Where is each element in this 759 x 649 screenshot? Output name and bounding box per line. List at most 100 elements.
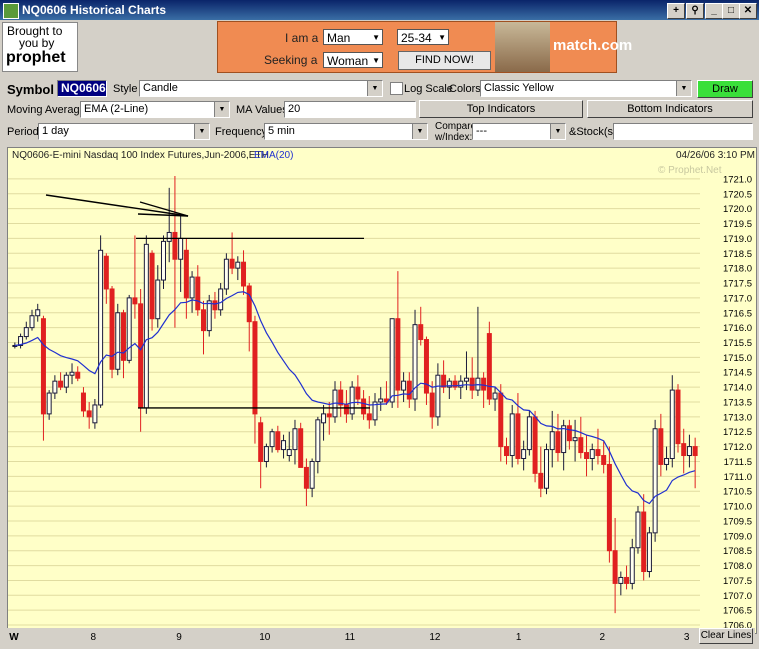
- candle-body: [572, 437, 578, 442]
- y-tick-label: 1707.5: [723, 576, 752, 587]
- candle-body: [155, 279, 161, 320]
- find-now-button[interactable]: FIND NOW!: [398, 51, 491, 70]
- candle-body: [578, 437, 584, 454]
- y-tick-label: 1711.0: [724, 472, 752, 483]
- pin-button[interactable]: +: [667, 3, 685, 19]
- y-tick-label: 1718.0: [723, 264, 752, 275]
- chevron-down-icon: ▼: [372, 56, 380, 65]
- candle-body: [298, 428, 304, 468]
- search-icon[interactable]: ⚲: [686, 3, 704, 19]
- candle-body: [538, 472, 544, 489]
- symbol-input[interactable]: NQ0606: [57, 80, 107, 97]
- candle-body: [195, 276, 201, 311]
- candle-body: [646, 532, 652, 573]
- ad-photo: [495, 22, 550, 72]
- gender-select[interactable]: Man ▼: [323, 29, 383, 45]
- candle-body: [435, 374, 441, 418]
- minimize-button[interactable]: _: [705, 3, 723, 19]
- candle-body: [521, 449, 527, 459]
- ma-values-input[interactable]: 20: [284, 101, 416, 118]
- candle-body: [178, 237, 184, 260]
- brand-logo[interactable]: match.com: [553, 37, 632, 54]
- y-tick-label: 1707.0: [723, 591, 752, 602]
- window-title: NQ0606 Historical Charts: [22, 3, 167, 17]
- candle-body: [23, 327, 29, 338]
- candle-body: [166, 231, 172, 242]
- candle-body: [664, 457, 670, 465]
- y-tick-label: 1715.5: [723, 338, 752, 349]
- style-select[interactable]: Candle ▼: [139, 80, 383, 97]
- candle-body: [458, 380, 464, 388]
- candle-body: [138, 303, 144, 409]
- maximize-button[interactable]: □: [722, 3, 740, 19]
- x-tick-label: 11: [345, 632, 356, 643]
- candle-body: [349, 386, 355, 415]
- y-tick-label: 1716.5: [723, 308, 752, 319]
- x-tick-label: W: [9, 632, 19, 643]
- y-tick-label: 1714.0: [723, 383, 752, 394]
- y-tick-label: 1721.0: [723, 174, 752, 185]
- candle-body: [212, 300, 218, 311]
- chart-datetime: 04/26/06 3:10 PM: [676, 150, 755, 161]
- colors-label: Colors: [449, 83, 481, 95]
- candle-body: [555, 431, 561, 454]
- y-tick-label: 1712.0: [723, 442, 752, 453]
- stocks-input[interactable]: [613, 123, 753, 140]
- clear-lines-button[interactable]: Clear Lines: [699, 628, 753, 644]
- candle-body: [326, 413, 332, 418]
- candle-body: [378, 398, 384, 403]
- style-value: Candle: [143, 82, 178, 94]
- candle-body: [258, 422, 264, 462]
- candle-body: [624, 576, 630, 584]
- candle-body: [389, 318, 395, 403]
- colors-select[interactable]: Classic Yellow ▼: [480, 80, 692, 97]
- candle-body: [315, 419, 321, 462]
- candle-body: [46, 392, 52, 415]
- y-tick-label: 1715.0: [723, 353, 752, 364]
- top-indicators-button[interactable]: Top Indicators: [419, 100, 583, 118]
- candle-body: [75, 371, 81, 379]
- candle-body: [286, 449, 292, 457]
- age-select[interactable]: 25-34 ▼: [397, 29, 449, 45]
- candle-body: [406, 380, 412, 400]
- candle-body: [109, 288, 115, 370]
- candle-body: [149, 252, 155, 320]
- y-tick-label: 1718.5: [723, 249, 752, 260]
- draw-chart-button[interactable]: Draw Chart: [697, 80, 753, 111]
- candle-body: [669, 389, 675, 459]
- price-chart[interactable]: 1721.0 1720.5 1720.0 1719.5 1719.0 1718.5 1718…: [7, 147, 757, 634]
- candle-body: [532, 416, 538, 474]
- log-scale-checkbox[interactable]: [390, 82, 403, 95]
- moving-average-select[interactable]: EMA (2-Line) ▼: [80, 101, 230, 118]
- period-select[interactable]: 1 day ▼: [38, 123, 210, 140]
- candle-body: [183, 249, 189, 299]
- seeking-select[interactable]: Woman ▼: [323, 52, 383, 68]
- x-tick-label: 9: [176, 632, 182, 643]
- candle-body: [418, 324, 424, 341]
- candle-body: [492, 392, 498, 400]
- chevron-down-icon: ▼: [372, 33, 380, 42]
- y-tick-label: 1720.0: [723, 204, 752, 215]
- candle-body: [246, 285, 252, 323]
- chevron-down-icon: ▼: [214, 102, 229, 117]
- candle-body: [641, 511, 647, 573]
- candle-body: [561, 425, 567, 454]
- candle-body: [80, 392, 86, 412]
- compare-index-select[interactable]: --- ▼: [472, 123, 566, 140]
- y-tick-label: 1708.5: [723, 546, 752, 557]
- bottom-indicators-button[interactable]: Bottom Indicators: [587, 100, 753, 118]
- colors-value: Classic Yellow: [484, 82, 554, 94]
- sponsor-logo[interactable]: Brought to you by prophet: [2, 22, 78, 72]
- frequency-value: 5 min: [268, 125, 295, 137]
- candle-body: [601, 455, 607, 465]
- candle-body: [303, 466, 309, 489]
- candle-body: [281, 440, 287, 451]
- y-tick-label: 1717.0: [723, 293, 752, 304]
- seeking-value: Woman: [327, 54, 369, 68]
- frequency-select[interactable]: 5 min ▼: [264, 123, 428, 140]
- candle-body: [143, 243, 149, 409]
- candle-body: [263, 446, 269, 462]
- chevron-down-icon: ▼: [194, 124, 209, 139]
- close-button[interactable]: ✕: [739, 3, 757, 19]
- x-tick-label: 12: [429, 632, 441, 643]
